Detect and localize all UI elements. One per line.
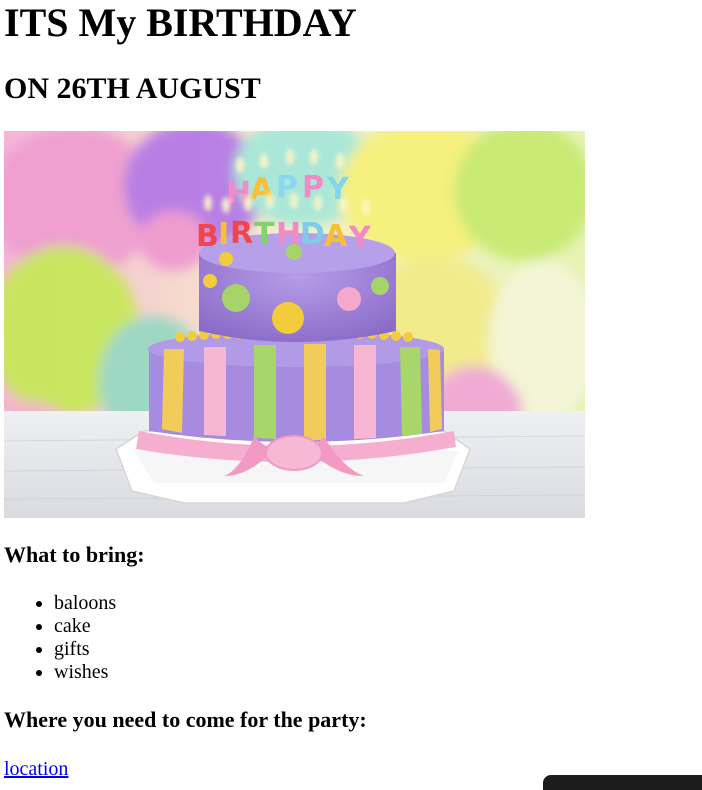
svg-text:Y: Y xyxy=(348,221,372,256)
svg-text:I: I xyxy=(218,217,229,252)
party-location-heading: Where you need to come for the party: xyxy=(4,707,367,732)
location-link[interactable]: location xyxy=(4,757,68,781)
page-subtitle: ON 26TH AUGUST xyxy=(4,72,261,105)
page-title: ITS My BIRTHDAY xyxy=(4,0,357,45)
svg-text:T: T xyxy=(254,217,275,252)
svg-text:H: H xyxy=(276,217,301,252)
svg-text:A: A xyxy=(324,219,348,254)
bring-list: baloons cake gifts wishes xyxy=(4,592,116,684)
bottom-corner-panel xyxy=(543,775,702,790)
svg-text:B: B xyxy=(196,219,219,254)
svg-text:D: D xyxy=(300,217,325,252)
list-item: gifts xyxy=(54,638,116,661)
what-to-bring-heading: What to bring: xyxy=(4,542,145,567)
svg-text:R: R xyxy=(230,216,253,251)
list-item: wishes xyxy=(54,661,116,684)
birthday-cake-image: H A P P Y B I R T H D A Y xyxy=(4,131,585,518)
list-item: cake xyxy=(54,615,116,638)
list-item: baloons xyxy=(54,592,116,615)
